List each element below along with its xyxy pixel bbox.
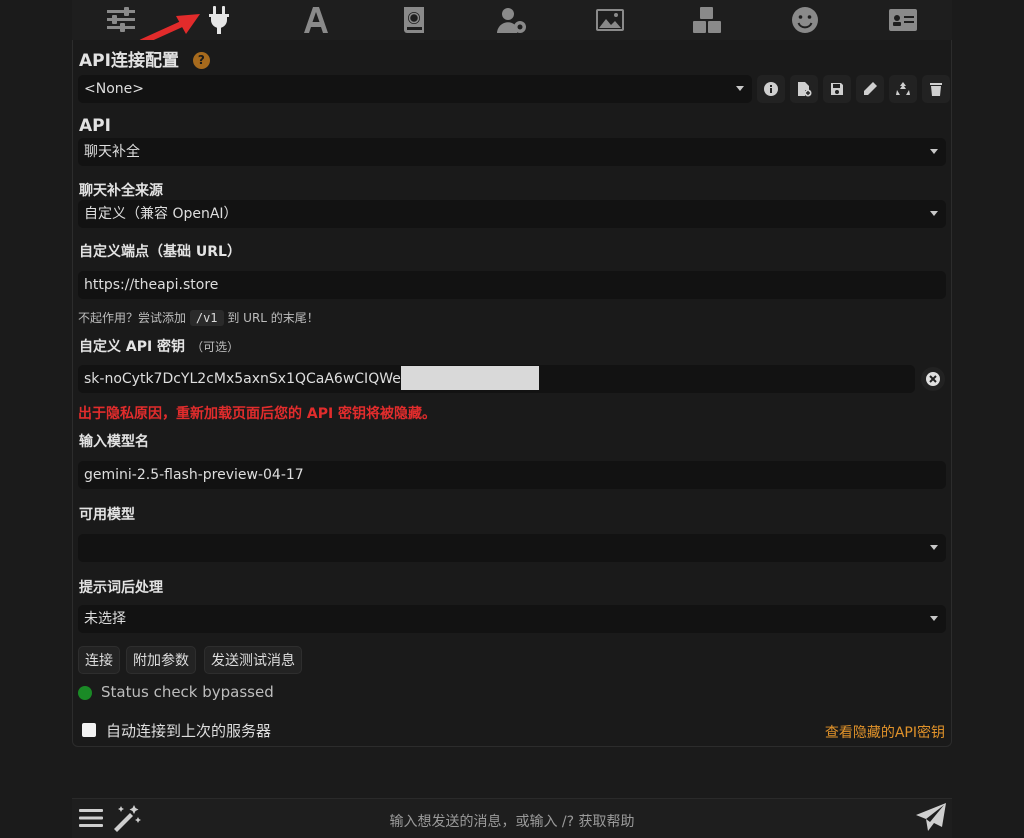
book-globe-icon bbox=[404, 7, 425, 33]
file-add-icon bbox=[798, 82, 812, 97]
top-tab-bar bbox=[72, 0, 952, 40]
tab-backgrounds[interactable] bbox=[590, 2, 630, 38]
connect-button[interactable]: 连接 bbox=[78, 646, 120, 674]
chevron-down-icon bbox=[930, 545, 938, 550]
id-card-icon bbox=[889, 9, 917, 31]
profile-create-button[interactable] bbox=[790, 75, 818, 103]
model-name-input[interactable]: gemini-2.5-flash-preview-04-17 bbox=[78, 461, 946, 489]
connection-profile-heading: API连接配置 ? bbox=[79, 46, 210, 71]
user-gear-icon bbox=[496, 8, 526, 33]
api-key-input[interactable]: sk-noCytk7DcYL2cMx5axnSx1QCaA6wCIQWe bbox=[78, 365, 915, 393]
endpoint-hint-code: /v1 bbox=[189, 310, 224, 326]
cubes-icon bbox=[693, 7, 722, 33]
endpoint-hint-prefix: 不起作用？尝试添加 bbox=[78, 311, 187, 325]
tab-extensions[interactable] bbox=[687, 2, 727, 38]
status-text: Status check bypassed bbox=[101, 683, 274, 701]
chevron-down-icon bbox=[930, 149, 938, 154]
api-key-title: 自定义 API 密钥 bbox=[79, 339, 186, 355]
trash-icon bbox=[930, 83, 942, 96]
tab-persona[interactable] bbox=[785, 2, 825, 38]
endpoint-hint: 不起作用？尝试添加 /v1 到 URL 的末尾！ bbox=[78, 309, 319, 326]
tab-world-info[interactable] bbox=[394, 2, 434, 38]
chat-source-select[interactable]: 自定义（兼容 OpenAI） bbox=[78, 200, 946, 228]
pencil-icon bbox=[864, 82, 877, 95]
image-icon bbox=[595, 9, 624, 31]
chevron-down-icon bbox=[930, 616, 938, 621]
chat-input[interactable]: 输入想发送的消息，或输入 /? 获取帮助 bbox=[72, 811, 952, 831]
endpoint-url-input[interactable]: https://theapi.store bbox=[78, 271, 946, 299]
redaction-box bbox=[400, 366, 539, 390]
tab-characters[interactable] bbox=[883, 2, 923, 38]
recycle-icon bbox=[896, 82, 910, 95]
api-key-value: sk-noCytk7DcYL2cMx5axnSx1QCaA6wCIQWe bbox=[84, 371, 401, 387]
info-icon bbox=[764, 82, 778, 96]
api-select[interactable]: 聊天补全 bbox=[78, 138, 946, 166]
tab-api-connections[interactable] bbox=[199, 2, 239, 38]
api-key-heading: 自定义 API 密钥 （可选） bbox=[79, 336, 239, 356]
postprocessing-heading: 提示词后处理 bbox=[79, 580, 163, 596]
send-icon[interactable] bbox=[914, 801, 948, 835]
endpoint-heading: 自定义端点（基础 URL） bbox=[79, 244, 241, 260]
smiley-icon bbox=[792, 7, 819, 33]
tab-formatting[interactable] bbox=[296, 2, 336, 38]
postprocessing-value: 未选择 bbox=[84, 611, 126, 627]
connection-profile-select[interactable]: <None> bbox=[78, 75, 752, 103]
sliders-icon bbox=[106, 7, 135, 32]
reveal-keys-link[interactable]: 查看隐藏的API密钥 bbox=[825, 722, 945, 742]
chevron-down-icon bbox=[930, 211, 938, 216]
endpoint-hint-suffix: 到 URL 的末尾！ bbox=[227, 311, 319, 325]
send-test-button[interactable]: 发送测试消息 bbox=[204, 646, 302, 674]
privacy-warning: 出于隐私原因，重新加载页面后您的 API 密钥将被隐藏。 bbox=[78, 406, 437, 422]
profile-rename-button[interactable] bbox=[856, 75, 884, 103]
model-input-heading: 输入模型名 bbox=[79, 434, 149, 450]
available-models-heading: 可用模型 bbox=[79, 507, 135, 523]
auto-connect-label: 自动连接到上次的服务器 bbox=[106, 722, 272, 740]
chevron-down-icon bbox=[736, 86, 744, 91]
font-icon bbox=[304, 7, 329, 33]
help-icon[interactable]: ? bbox=[192, 52, 210, 69]
profile-save-button[interactable] bbox=[823, 75, 851, 103]
api-heading: API bbox=[79, 116, 111, 136]
connection-profile-title: API连接配置 bbox=[79, 51, 179, 71]
auto-connect-checkbox[interactable] bbox=[82, 723, 96, 737]
close-circle-icon bbox=[926, 372, 940, 386]
connection-profile-value: <None> bbox=[84, 81, 144, 97]
save-icon bbox=[831, 83, 843, 95]
profile-info-button[interactable] bbox=[757, 75, 785, 103]
profile-reload-button[interactable] bbox=[889, 75, 917, 103]
clear-key-button[interactable] bbox=[921, 367, 945, 391]
chat-source-heading: 聊天补全来源 bbox=[79, 183, 163, 199]
plug-icon bbox=[208, 6, 229, 34]
api-key-optional-label: （可选） bbox=[191, 340, 240, 354]
chat-source-value: 自定义（兼容 OpenAI） bbox=[84, 206, 238, 222]
profile-delete-button[interactable] bbox=[922, 75, 950, 103]
status-indicator bbox=[78, 686, 92, 700]
chat-input-bar: 输入想发送的消息，或输入 /? 获取帮助 bbox=[72, 798, 952, 838]
available-models-select[interactable] bbox=[78, 534, 946, 562]
tab-user-settings[interactable] bbox=[492, 2, 532, 38]
api-select-value: 聊天补全 bbox=[84, 144, 140, 160]
postprocessing-select[interactable]: 未选择 bbox=[78, 605, 946, 633]
extra-params-button[interactable]: 附加参数 bbox=[126, 646, 196, 674]
api-connections-panel: API连接配置 ? <None> API 聊天补全 聊天补全来源 自定义（兼容 … bbox=[72, 40, 952, 747]
tab-ai-settings[interactable] bbox=[101, 2, 141, 38]
